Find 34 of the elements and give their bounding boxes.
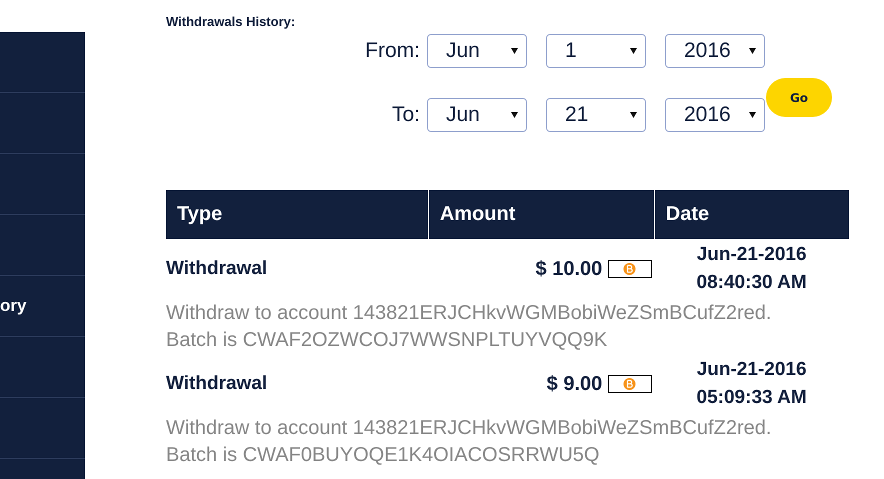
- coin-tag-icon: [608, 375, 652, 393]
- transaction-type: Withdrawal: [166, 258, 268, 279]
- column-header: Date: [654, 190, 849, 239]
- caret-icon: [511, 48, 518, 54]
- day-dropdown[interactable]: 21: [546, 98, 646, 132]
- caret-icon: [630, 48, 637, 54]
- amount: $ 10.00: [536, 258, 602, 280]
- go-button[interactable]: Go: [766, 78, 832, 117]
- time: 05:09:33 AM: [696, 386, 808, 410]
- caret-icon: [511, 112, 518, 118]
- caret-icon: [749, 48, 756, 54]
- coin-tag-icon: [608, 260, 652, 278]
- field-label: To:: [392, 103, 420, 127]
- sidebar-item[interactable]: ory: [0, 296, 26, 316]
- column-header: Amount: [428, 190, 654, 239]
- amount: $ 9.00: [546, 372, 602, 396]
- batch-id: Batch is CWAF0BUYOQE1K4OIACOSRRWU5Q: [166, 443, 600, 468]
- page-title: Withdrawals History:: [166, 14, 296, 31]
- month-dropdown[interactable]: Jun: [427, 98, 527, 132]
- batch-id: Batch is CWAF2OZWCOJ7WWSNPLTUYVQQ9K: [166, 328, 608, 353]
- date: Jun-21-2016: [696, 358, 808, 382]
- description: Withdraw to account 143821ERJCHkvWGMBobiWeZSmBCufZ2red.: [166, 416, 772, 441]
- month-dropdown[interactable]: Jun: [427, 34, 527, 68]
- time: 08:40:30 AM: [696, 271, 808, 295]
- date: Jun-21-2016: [696, 243, 808, 267]
- caret-icon: [749, 112, 756, 118]
- year-dropdown[interactable]: 2016: [665, 34, 765, 68]
- transaction-type: Withdrawal: [166, 373, 268, 394]
- description: Withdraw to account 143821ERJCHkvWGMBobiWeZSmBCufZ2red.: [166, 301, 772, 326]
- year-dropdown[interactable]: 2016: [665, 98, 765, 132]
- caret-icon: [630, 112, 637, 118]
- field-label: From:: [365, 39, 420, 63]
- column-header: Type: [166, 190, 428, 239]
- day-dropdown[interactable]: 1: [546, 34, 646, 68]
